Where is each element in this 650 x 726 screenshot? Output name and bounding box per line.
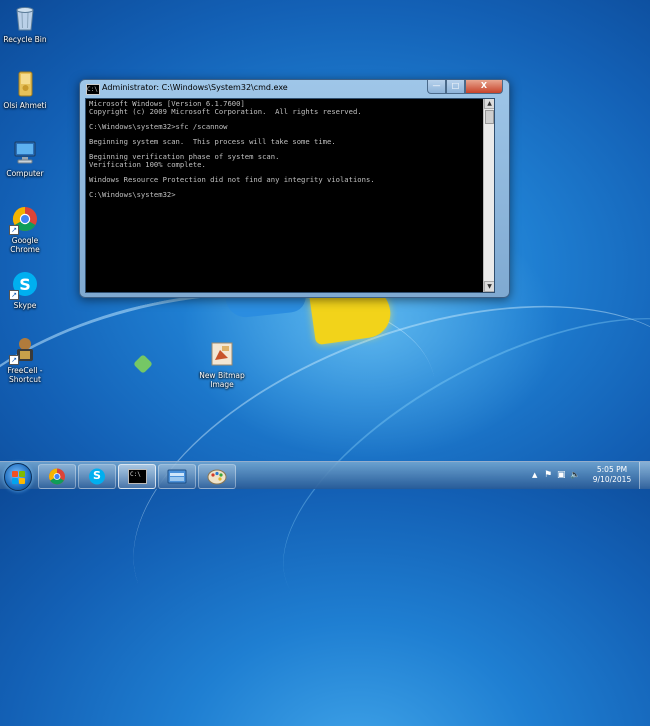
maximize-button[interactable]: □ — [446, 80, 465, 94]
desktop-icon-label: Olsi Ahmeti — [3, 101, 47, 110]
skype-icon: S ↗ — [9, 270, 39, 300]
wallpaper-logo-green — [133, 354, 153, 374]
computer-icon — [11, 138, 39, 166]
taskbar: S C:\ ▲ ⚑ ▣ 🔈 5:05 PM 9/10/2015 — [0, 461, 650, 491]
minimize-button[interactable]: — — [427, 80, 446, 94]
folder-icon — [167, 469, 187, 484]
desktop-icon-label: Computer — [6, 169, 44, 178]
desktop-icon-skype[interactable]: S ↗ Skype — [0, 270, 50, 310]
windows-logo-icon — [12, 478, 18, 484]
window-titlebar[interactable]: C:\ Administrator: C:\Windows\System32\c… — [80, 80, 509, 98]
desktop-icon-label: Recycle Bin — [3, 35, 47, 44]
windows-logo-icon — [19, 471, 25, 477]
desktop-icon-label: FreeCell - Shortcut — [7, 366, 43, 384]
paint-icon — [207, 469, 227, 485]
recycle-bin-icon — [11, 4, 39, 32]
desktop-icon-bitmap[interactable]: New Bitmap Image — [197, 340, 247, 389]
show-hidden-icons-button[interactable]: ▲ — [532, 471, 537, 479]
shortcut-arrow-icon: ↗ — [9, 290, 19, 300]
scroll-down-arrow-icon[interactable]: ▼ — [484, 281, 494, 292]
desktop-icon-label: Skype — [13, 301, 37, 310]
taskbar-cmd[interactable]: C:\ — [118, 464, 156, 489]
volume-icon[interactable]: 🔈 — [570, 470, 580, 479]
window-controls: — □ X — [427, 80, 503, 94]
scrollbar-thumb[interactable] — [485, 110, 494, 124]
svg-text:S: S — [19, 275, 31, 294]
shortcut-arrow-icon: ↗ — [9, 225, 19, 235]
cmd-prompt-glyph: C:\ — [130, 471, 141, 478]
clock-date: 9/10/2015 — [592, 475, 632, 484]
cmd-icon: C:\ — [128, 469, 147, 484]
desktop-icon-chrome[interactable]: ↗ Google Chrome — [0, 205, 50, 254]
action-center-flag-icon[interactable]: ⚑ — [544, 470, 552, 480]
chrome-icon: ↗ — [9, 205, 39, 235]
cmd-icon: C:\ — [86, 84, 100, 95]
taskbar-explorer[interactable] — [158, 464, 196, 489]
bitmap-image-icon — [208, 340, 236, 368]
desktop-icon-label: New Bitmap Image — [199, 371, 245, 389]
clock-time: 5:05 PM — [596, 465, 628, 474]
user-folder-icon — [11, 70, 39, 98]
desktop-icon-label: Google Chrome — [10, 236, 40, 254]
console-output: Microsoft Windows [Version 6.1.7600] Cop… — [89, 99, 375, 200]
console-area[interactable]: Microsoft Windows [Version 6.1.7600] Cop… — [85, 98, 495, 293]
vertical-scrollbar[interactable]: ▲ ▼ — [483, 99, 494, 292]
cmd-window[interactable]: C:\ Administrator: C:\Windows\System32\c… — [79, 79, 510, 298]
desktop-icon-recycle-bin[interactable]: Recycle Bin — [0, 4, 50, 44]
desktop-icon-freecell[interactable]: ↗ FreeCell - Shortcut — [0, 335, 50, 384]
clock[interactable]: 5:05 PM 9/10/2015 — [588, 465, 636, 485]
window-title: Administrator: C:\Windows\System32\cmd.e… — [102, 83, 288, 92]
scroll-up-arrow-icon[interactable]: ▲ — [484, 99, 494, 109]
start-button[interactable] — [4, 463, 32, 491]
skype-letter: S — [93, 469, 101, 482]
chrome-icon — [49, 468, 65, 485]
taskbar-chrome[interactable] — [38, 464, 76, 489]
wallpaper-swoosh — [0, 248, 462, 615]
network-icon[interactable]: ▣ — [557, 470, 566, 480]
desktop-icon-computer[interactable]: Computer — [0, 138, 50, 178]
freecell-icon: ↗ — [9, 335, 39, 365]
windows-logo-icon — [19, 478, 25, 484]
system-tray: ▲ ⚑ ▣ 🔈 5:05 PM 9/10/2015 — [532, 462, 650, 489]
taskbar-skype[interactable]: S — [78, 464, 116, 489]
close-button[interactable]: X — [465, 80, 503, 94]
taskbar-paint[interactable] — [198, 464, 236, 489]
windows-logo-icon — [12, 471, 18, 477]
desktop-icon-user-folder[interactable]: Olsi Ahmeti — [0, 70, 50, 110]
shortcut-arrow-icon: ↗ — [9, 355, 19, 365]
show-desktop-button[interactable] — [639, 462, 650, 489]
